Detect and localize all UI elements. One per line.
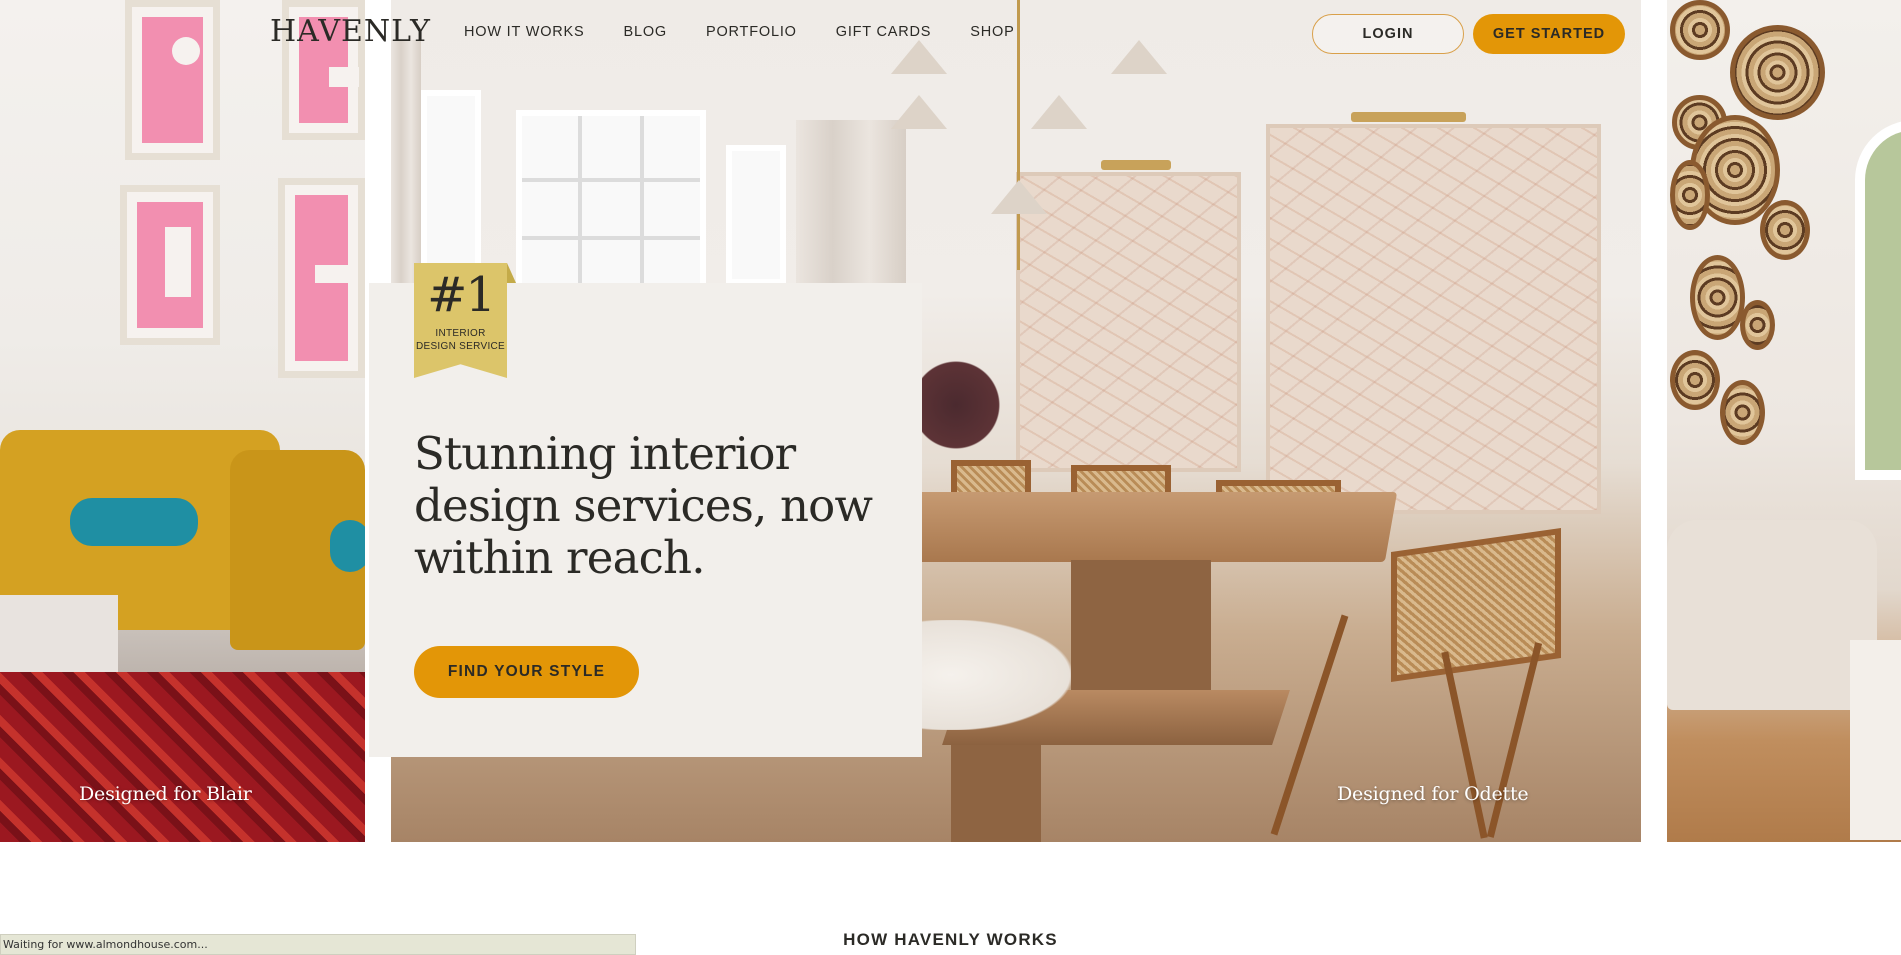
window: [516, 110, 706, 290]
side-table: [1850, 640, 1901, 840]
pillow: [70, 498, 198, 546]
window: [421, 90, 481, 290]
badge-number: #1: [427, 267, 496, 323]
wall-canvas: [1266, 124, 1601, 514]
lamp-shade: [891, 95, 947, 129]
find-your-style-button[interactable]: FIND YOUR STYLE: [414, 646, 639, 698]
wall-canvas: [1016, 172, 1241, 472]
nav-blog[interactable]: BLOG: [624, 24, 668, 40]
caption-designed-for-odette: Designed for Odette: [1337, 783, 1529, 805]
rug: [0, 672, 365, 842]
plant: [911, 350, 1001, 460]
browser-status-bar: Waiting for www.almondhouse.com...: [0, 934, 636, 955]
nav-shop[interactable]: SHOP: [970, 24, 1014, 40]
nav-gift-cards[interactable]: GIFT CARDS: [836, 24, 932, 40]
curtain: [796, 120, 906, 290]
wall-basket: [1670, 350, 1720, 410]
login-button[interactable]: LOGIN: [1312, 14, 1464, 54]
get-started-button[interactable]: GET STARTED: [1473, 14, 1625, 54]
bench-leg: [951, 745, 1041, 842]
wall-basket: [1690, 255, 1745, 340]
havenly-logo[interactable]: HAVENLY: [270, 14, 431, 49]
caption-designed-for-blair: Designed for Blair: [79, 783, 252, 805]
picture-light: [1101, 160, 1171, 170]
hero-image-blair: [0, 0, 365, 842]
pillow: [330, 520, 365, 572]
sofa: [1667, 520, 1877, 710]
picture-light: [1351, 112, 1466, 122]
dining-table: [904, 492, 1398, 562]
hero-headline: Stunning interior design services, now w…: [414, 427, 873, 584]
window: [726, 145, 786, 285]
wall-basket: [1670, 160, 1710, 230]
chair-leg: [1486, 642, 1543, 838]
site-header: HAVENLY HOW IT WORKS BLOG PORTFOLIO GIFT…: [0, 0, 1901, 66]
nav-portfolio[interactable]: PORTFOLIO: [706, 24, 797, 40]
number-one-badge: #1 INTERIOR DESIGN SERVICE: [414, 263, 516, 378]
framed-art: [278, 178, 365, 378]
wall-basket: [1760, 200, 1810, 260]
lamp-shade: [991, 180, 1047, 214]
table-leg: [1071, 560, 1211, 700]
framed-art: [120, 185, 220, 345]
wall-basket: [1720, 380, 1765, 445]
main-nav: HOW IT WORKS BLOG PORTFOLIO GIFT CARDS S…: [464, 24, 1054, 40]
arched-window: [1855, 120, 1901, 480]
wall-basket: [1740, 300, 1775, 350]
nav-how-it-works[interactable]: HOW IT WORKS: [464, 24, 585, 40]
lamp-shade: [1031, 95, 1087, 129]
badge-label: INTERIOR DESIGN SERVICE: [415, 328, 506, 352]
chair-leg: [1441, 651, 1488, 839]
